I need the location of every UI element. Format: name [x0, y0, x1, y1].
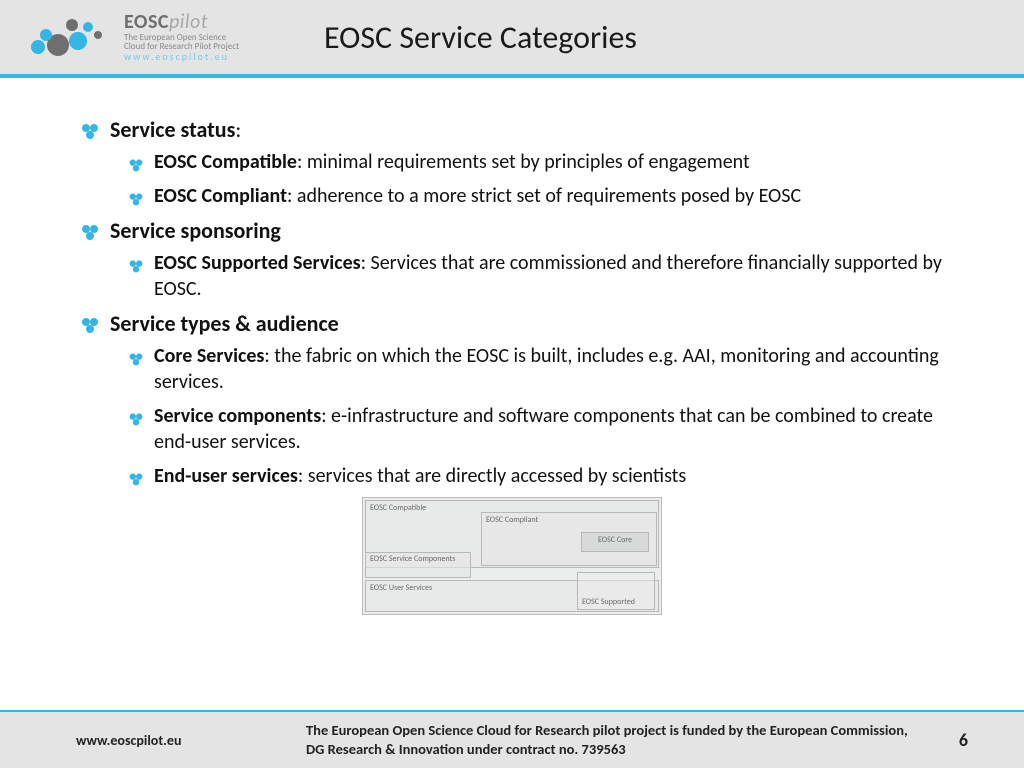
list-item: Service components: e-infrastructure and…	[128, 403, 944, 455]
footer-text: The European Open Science Cloud for Rese…	[286, 721, 928, 759]
item-label: EOSC Supported Services	[154, 251, 361, 275]
section-heading-suffix: :	[235, 116, 241, 143]
item-desc: : services that are directly accessed by…	[298, 464, 686, 488]
diagram-core-label: EOSC Core	[598, 535, 632, 545]
section-heading: Service sponsoring	[110, 217, 281, 244]
bullet-icon	[128, 188, 144, 204]
item-label: End-user services	[154, 464, 298, 488]
section-heading: Service status	[110, 116, 235, 143]
categories-diagram: EOSC Compatible EOSC Compliant EOSC Core…	[362, 497, 662, 615]
item-desc: : adherence to a more strict set of requ…	[287, 184, 801, 208]
list-item: EOSC Compliant: adherence to a more stri…	[128, 183, 944, 209]
footer-page-number: 6	[928, 729, 968, 751]
item-label: EOSC Compliant	[154, 184, 287, 208]
diagram-supported-box: EOSC Supported	[577, 572, 655, 610]
item-label: Core Services	[154, 344, 264, 368]
section-service-types: Service types & audience Core Services: …	[80, 310, 944, 489]
diagram-core-box: EOSC Core	[581, 532, 649, 552]
bullet-icon	[80, 221, 100, 241]
slide-header: EOSCpilot The European Open Science Clou…	[0, 0, 1024, 78]
logo-url: www.eoscpilot.eu	[124, 52, 239, 63]
list-item: EOSC Supported Services: Services that a…	[128, 250, 944, 302]
list-item: End-user services: services that are dir…	[128, 463, 944, 489]
diagram-components-label: EOSC Service Components	[370, 554, 455, 564]
slide-title: EOSC Service Categories	[324, 18, 637, 57]
list-item: EOSC Compatible: minimal requirements se…	[128, 149, 944, 175]
section-heading: Service types & audience	[110, 310, 339, 337]
logo-suffix: pilot	[169, 10, 208, 34]
diagram-compatible-label: EOSC Compatible	[370, 503, 426, 513]
diagram-supported-label: EOSC Supported	[582, 597, 635, 607]
logo-main: EOSC	[124, 10, 169, 34]
item-desc: : the fabric on which the EOSC is built,…	[154, 344, 939, 394]
diagram-components-box: EOSC Service Components	[365, 552, 471, 578]
logo-icon	[28, 7, 118, 67]
bullet-icon	[128, 408, 144, 424]
slide-content: Service status: EOSC Compatible: minimal…	[0, 78, 1024, 615]
item-label: EOSC Compatible	[154, 150, 297, 174]
logo-area: EOSCpilot The European Open Science Clou…	[0, 7, 310, 67]
bullet-icon	[128, 255, 144, 271]
bullet-icon	[128, 348, 144, 364]
logo-text: EOSCpilot The European Open Science Clou…	[124, 12, 239, 62]
bullet-icon	[128, 468, 144, 484]
section-service-sponsoring: Service sponsoring EOSC Supported Servic…	[80, 217, 944, 302]
bullet-icon	[80, 314, 100, 334]
list-item: Core Services: the fabric on which the E…	[128, 343, 944, 395]
item-desc: : minimal requirements set by principles…	[297, 150, 750, 174]
slide-footer: www.eoscpilot.eu The European Open Scien…	[0, 710, 1024, 768]
diagram-compliant-label: EOSC Compliant	[486, 515, 538, 525]
item-label: Service components	[154, 404, 321, 428]
section-service-status: Service status: EOSC Compatible: minimal…	[80, 116, 944, 209]
diagram-user-label: EOSC User Services	[370, 583, 432, 593]
footer-url: www.eoscpilot.eu	[76, 732, 286, 749]
bullet-icon	[128, 154, 144, 170]
bullet-icon	[80, 120, 100, 140]
